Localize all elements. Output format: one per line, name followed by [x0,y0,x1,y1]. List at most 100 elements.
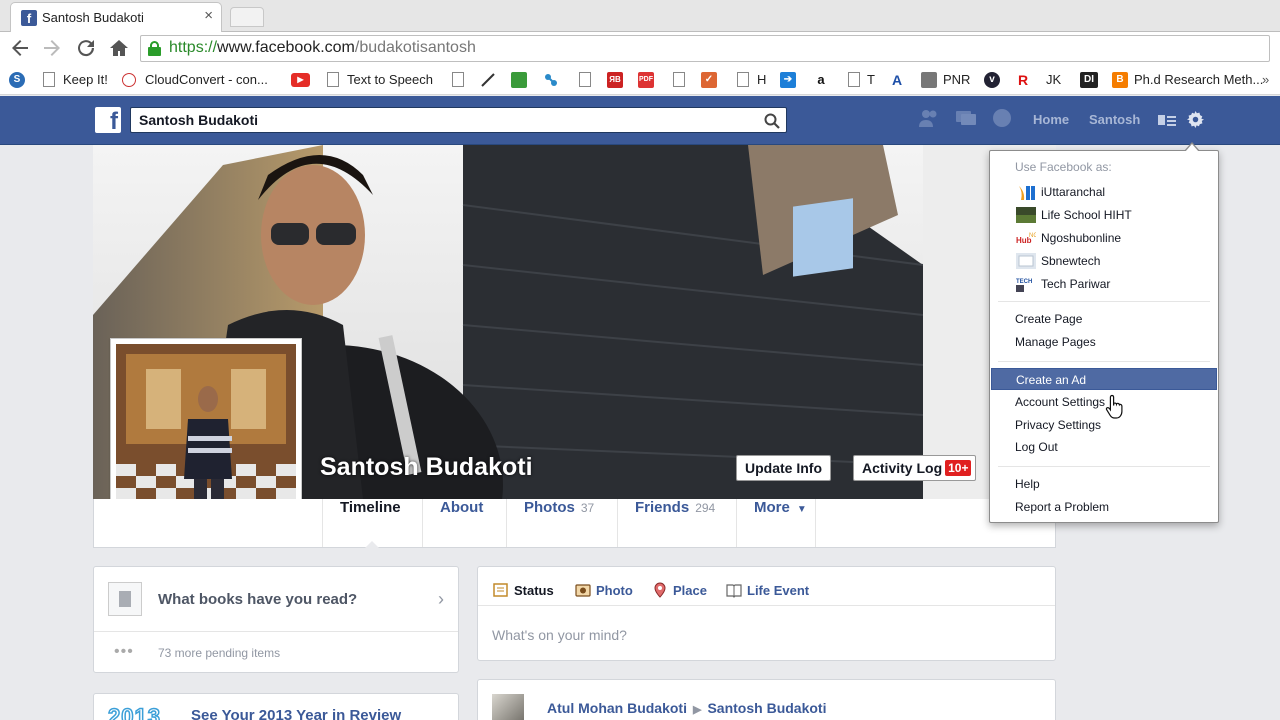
close-tab-icon[interactable]: × [204,7,213,24]
bookmark-keepit[interactable]: Keep It! [63,72,108,87]
menu-item-manage-pages[interactable]: Manage Pages [991,331,1217,353]
pending-items-link[interactable]: 73 more pending items [158,646,280,660]
circle-v-icon[interactable]: v [984,72,1000,88]
tech-pariwar-page-icon: TECH [1016,276,1036,292]
composer-tab-photo[interactable]: Photo [575,581,633,599]
composer-tab-place[interactable]: Place [652,581,707,599]
books-prompt-card[interactable]: What books have you read? › ••• 73 more … [93,566,459,673]
menu-divider [998,301,1210,302]
ngoshub-page-icon: HubNG [1016,230,1036,246]
bookmark-pnr[interactable]: PNR [943,72,970,87]
address-bar[interactable]: https://www.facebook.com/budakotisantosh [140,35,1270,62]
menu-item-help[interactable]: Help [991,473,1217,495]
messages-icon[interactable] [955,108,977,128]
author-link[interactable]: Atul Mohan Budakoti [547,700,687,716]
sbnewtech-page-icon [1016,253,1036,269]
page-icon [327,72,339,87]
page-icon [43,72,55,87]
chevron-down-icon: ▼ [796,504,807,515]
reload-icon[interactable] [74,36,98,60]
browser-tab-active[interactable]: f Santosh Budakoti × [10,2,222,32]
books-question[interactable]: What books have you read? [158,591,357,608]
facebook-search-box[interactable] [130,107,787,133]
divider [94,631,458,632]
svg-text:NG: NG [1029,233,1036,239]
gear-icon[interactable] [1187,111,1204,128]
composer-tab-life-event[interactable]: Life Event [726,581,809,599]
status-input[interactable]: What's on your mind? [492,627,627,643]
molecule-icon[interactable] [543,72,559,88]
profile-tabs: Timeline About Photos 37 Friends 294 More ▼ [93,499,1056,548]
menu-item-page-1[interactable]: Life School HIHT [991,204,1217,226]
blogger-icon: B [1112,72,1128,88]
pen-icon[interactable] [480,72,496,88]
bookmark-text-to-speech[interactable]: Text to Speech [347,72,433,87]
r-letter-icon[interactable]: R [1015,72,1031,88]
menu-item-create-page[interactable]: Create Page [991,308,1217,330]
chevron-right-icon[interactable]: › [438,589,444,610]
nav-home-link[interactable]: Home [1033,112,1069,127]
tab-about[interactable]: About [422,499,506,547]
privacy-shortcuts-icon[interactable] [1158,112,1176,128]
tab-more[interactable]: More ▼ [736,499,816,547]
bookmark-phd[interactable]: Ph.d Research Meth... [1134,72,1263,87]
bookmark-jk[interactable]: JK [1046,72,1061,87]
notifications-globe-icon[interactable] [991,108,1013,128]
menu-item-page-3[interactable]: Sbnewtech [991,250,1217,272]
tab-title: Santosh Budakoti [42,10,144,25]
friend-requests-icon[interactable] [918,108,940,128]
new-tab-button[interactable] [230,7,264,27]
page-icon[interactable] [452,72,464,87]
page-icon [848,72,860,87]
menu-item-account-settings[interactable]: Account Settings [991,391,1217,413]
search-input[interactable] [139,111,739,129]
menu-item-privacy-settings[interactable]: Privacy Settings [991,414,1217,436]
target-link[interactable]: Santosh Budakoti [707,700,826,716]
back-arrow-icon[interactable] [8,36,32,60]
bookmark-h[interactable]: H [757,72,766,87]
cloudconvert-icon [122,73,136,87]
story-header: Atul Mohan Budakoti ▶ Santosh Budakoti [547,700,826,716]
bookmark-cloudconvert[interactable]: CloudConvert - con... [145,72,268,87]
menu-item-log-out[interactable]: Log Out [991,436,1217,458]
nav-profile-link[interactable]: Santosh [1089,112,1140,127]
skype-bookmark-icon[interactable]: S [9,72,25,88]
home-icon[interactable] [107,36,131,60]
avatar[interactable] [492,694,524,720]
check-icon[interactable]: ✓ [701,72,717,88]
year-in-review-card[interactable]: 2013 See Your 2013 Year in Review [93,693,459,720]
amazon-icon[interactable]: a [813,72,829,88]
pdf-icon[interactable]: PDF [638,72,654,88]
forward-arrow-icon[interactable] [40,36,64,60]
composer-tab-status[interactable]: Status [493,581,554,599]
page-icon [737,72,749,87]
menu-item-page-2[interactable]: Hub NG Ngoshubonline [991,227,1217,249]
youtube-icon[interactable]: ▶ [291,73,310,87]
book-icon [108,582,142,616]
arrow-right-icon[interactable]: ➔ [780,72,796,88]
triangle-right-icon: ▶ [693,704,702,716]
a-letter-icon[interactable]: A [889,72,905,88]
activity-log-button[interactable]: Activity Log 10+ [853,455,977,481]
year-in-review-link[interactable]: See Your 2013 Year in Review [191,707,401,720]
life-school-page-icon [1016,207,1036,223]
menu-item-create-ad[interactable]: Create an Ad [991,368,1217,390]
page-icon[interactable] [673,72,685,87]
yb-icon[interactable]: ЯВ [607,72,623,88]
more-bookmarks-icon[interactable]: » [1262,72,1269,87]
tab-photos[interactable]: Photos 37 [506,499,617,547]
page-icon[interactable] [579,72,591,87]
tab-timeline[interactable]: Timeline [322,499,422,548]
update-info-button[interactable]: Update Info [736,455,831,481]
url-text[interactable]: https://www.facebook.com/budakotisantosh [169,39,476,57]
menu-item-report-problem[interactable]: Report a Problem [991,496,1217,518]
bookmark-t[interactable]: T [867,72,875,87]
search-icon[interactable] [764,113,780,129]
camera-icon [575,584,591,597]
facebook-logo[interactable]: f [95,107,121,133]
bookmarks-bar: S Keep It! CloudConvert - con... ▶ Text … [0,65,1280,95]
tab-friends[interactable]: Friends 294 [617,499,736,547]
evernote-icon[interactable] [511,72,527,88]
menu-item-page-0[interactable]: iUttaranchal [991,181,1217,203]
menu-item-page-4[interactable]: TECH Tech Pariwar [991,273,1217,295]
